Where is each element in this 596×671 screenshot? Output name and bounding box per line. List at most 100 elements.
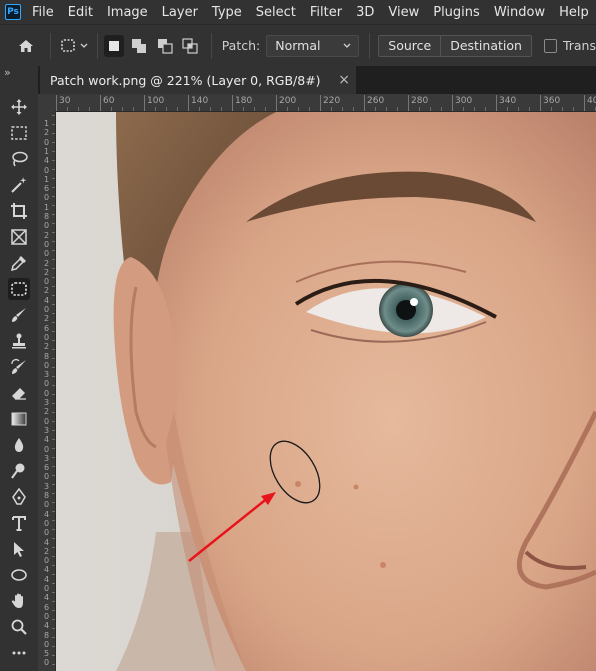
ruler-tick-text: 2 <box>44 286 50 296</box>
menu-layer[interactable]: Layer <box>155 5 205 20</box>
gradient-tool[interactable] <box>8 408 30 430</box>
ruler-minor-tick <box>485 107 486 111</box>
path-selection-tool[interactable] <box>8 538 30 560</box>
ruler-minor-tick <box>52 511 55 512</box>
eraser-tool[interactable] <box>8 382 30 404</box>
history-brush-tool[interactable] <box>8 356 30 378</box>
clone-stamp-tool[interactable] <box>8 330 30 352</box>
eyedropper-tool[interactable] <box>8 252 30 274</box>
ruler-tick-text: 0 <box>44 137 50 147</box>
vertical-ruler[interactable]: 1201401601802002202402602803003203403603… <box>38 111 56 671</box>
ruler-tick-text: 3 <box>44 370 50 380</box>
ellipse-tool[interactable] <box>8 564 30 586</box>
ruler-minor-tick <box>52 646 55 647</box>
menu-help[interactable]: Help <box>552 5 596 20</box>
ruler-minor-tick <box>52 610 55 611</box>
ruler-tick-text: 5 <box>44 649 50 659</box>
ruler-minor-tick <box>52 376 55 377</box>
menu-3d[interactable]: 3D <box>349 5 381 20</box>
subtract-from-selection-button[interactable] <box>154 35 174 57</box>
menu-select[interactable]: Select <box>249 5 303 20</box>
ruler-minor-tick <box>441 107 442 111</box>
ruler-tick-text: 8 <box>44 630 50 640</box>
ruler-tick-text: 6 <box>44 602 50 612</box>
menu-file[interactable]: File <box>25 5 61 20</box>
ruler-minor-tick <box>52 664 55 665</box>
add-to-selection-button[interactable] <box>129 35 149 57</box>
ruler-minor-tick <box>52 457 55 458</box>
ruler-minor-tick <box>386 107 387 111</box>
ruler-minor-tick <box>52 484 55 485</box>
ruler-minor-tick <box>397 107 398 111</box>
ruler-minor-tick <box>52 394 55 395</box>
hand-tool[interactable] <box>8 590 30 612</box>
type-tool[interactable] <box>8 512 30 534</box>
menu-edit[interactable]: Edit <box>61 5 100 20</box>
ruler-minor-tick <box>463 107 464 111</box>
collapse-panel-icon[interactable]: » <box>4 66 11 79</box>
menu-type[interactable]: Type <box>205 5 249 20</box>
crop-tool[interactable] <box>8 200 30 222</box>
patch-tool[interactable] <box>8 278 30 300</box>
ruler-tick-text: 1 <box>44 174 50 184</box>
home-icon[interactable] <box>16 35 36 57</box>
new-selection-button[interactable] <box>104 34 125 57</box>
menu-filter[interactable]: Filter <box>303 5 349 20</box>
dodge-tool[interactable] <box>8 460 30 482</box>
menu-image[interactable]: Image <box>100 5 155 20</box>
ruler-tick-text: 0 <box>44 528 50 538</box>
ruler-tick-text: 4 <box>44 295 50 305</box>
ruler-tick-text: 0 <box>44 500 50 510</box>
ruler-tick-text: 200 <box>279 96 297 106</box>
ruler-tick-text: 0 <box>44 388 50 398</box>
marquee-tool[interactable] <box>8 122 30 144</box>
ruler-tick-text: 3 <box>44 453 50 463</box>
ruler-minor-tick <box>52 547 55 548</box>
ruler-minor-tick <box>52 187 55 188</box>
ruler-tick-text: 2 <box>44 267 50 277</box>
document-canvas[interactable] <box>56 112 596 671</box>
document-tab[interactable]: Patch work.png @ 221% (Layer 0, RGB/8#) … <box>40 66 356 94</box>
ruler-minor-tick <box>298 107 299 111</box>
move-icon <box>11 99 27 115</box>
ruler-tick-text: 0 <box>44 416 50 426</box>
destination-button[interactable]: Destination <box>441 34 532 57</box>
menu-view[interactable]: View <box>381 5 426 20</box>
ruler-minor-tick <box>52 259 55 260</box>
chevron-down-icon <box>80 43 88 48</box>
tool-preset-picker[interactable] <box>59 37 89 55</box>
pen-tool[interactable] <box>8 486 30 508</box>
ruler-tick-text: 2 <box>44 546 50 556</box>
zoom-tool[interactable] <box>8 616 30 638</box>
horizontal-ruler[interactable]: 30 60 100 140 180 200 220 260 280 300 340 360 400 <box>38 94 596 112</box>
menu-window[interactable]: Window <box>487 5 552 20</box>
ruler-tick-text: 8 <box>44 351 50 361</box>
intersect-selection-button[interactable] <box>180 35 200 57</box>
blur-tool[interactable] <box>8 434 30 456</box>
transparent-checkbox[interactable] <box>543 38 557 53</box>
ruler-tick-text: 0 <box>44 165 50 175</box>
move-tool[interactable] <box>8 96 30 118</box>
frame-icon <box>11 229 27 245</box>
patch-mode-select[interactable]: Normal <box>266 34 360 57</box>
document-tab-bar: Patch work.png @ 221% (Layer 0, RGB/8#) … <box>38 66 596 94</box>
menu-plugins[interactable]: Plugins <box>426 5 487 20</box>
more-tools[interactable] <box>8 642 30 664</box>
lasso-tool[interactable] <box>8 148 30 170</box>
ruler-minor-tick <box>177 107 178 111</box>
ruler-tick-text: 8 <box>44 491 50 500</box>
close-icon[interactable]: × <box>338 72 350 88</box>
frame-tool[interactable] <box>8 226 30 248</box>
magic-wand-tool[interactable] <box>8 174 30 196</box>
ruler-tick-text: 0 <box>44 472 50 482</box>
ruler-minor-tick <box>52 556 55 557</box>
photoshop-logo[interactable]: Ps <box>5 4 21 20</box>
ruler-minor-tick <box>52 133 55 134</box>
brush-tool[interactable] <box>8 304 30 326</box>
ruler-tick-text: 100 <box>147 96 165 106</box>
ruler-minor-tick <box>309 107 310 111</box>
source-button[interactable]: Source <box>378 34 442 57</box>
transparent-label: Trans <box>562 38 596 53</box>
ruler-minor-tick <box>52 655 55 656</box>
ruler-minor-tick <box>122 107 123 111</box>
